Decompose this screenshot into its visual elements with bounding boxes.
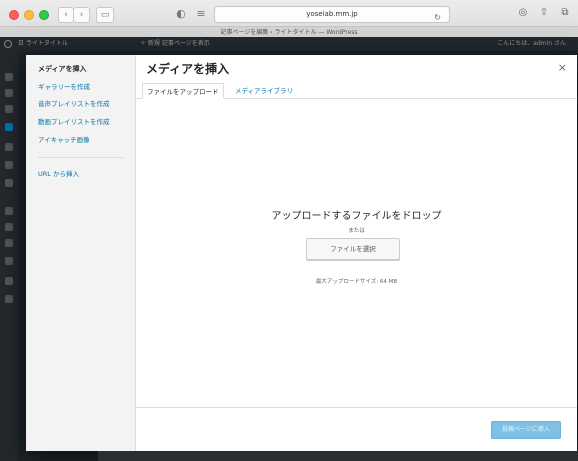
dashboard-icon[interactable] [5,73,13,81]
drop-zone-title: アップロードするファイルをドロップ [271,211,442,222]
menu-heading-insert-media[interactable]: メディアを挿入 [38,64,87,74]
privacy-icon[interactable]: ◐ [174,7,188,23]
forward-icon[interactable]: › [74,7,90,23]
admin-bar-site[interactable]: 日 ライトタイトル [18,37,68,51]
address-text: yoseiab.mm.jp [306,10,358,18]
download-icon[interactable]: ◎ [516,7,530,18]
plugins-icon[interactable] [5,207,13,215]
menu-create-gallery[interactable]: ギャラリーを作成 [38,81,90,91]
comments-icon[interactable] [5,143,13,151]
collapse-icon[interactable] [5,277,13,285]
sidebar-icon[interactable]: ▭ [96,7,114,23]
feedback-icon[interactable] [5,161,13,169]
page-bottom-strip [98,451,578,461]
share-icon[interactable]: ⇧ [537,7,551,18]
close-icon[interactable]: × [558,61,567,74]
media-router-tabs: ファイルをアップロード メディアライブラリ [136,79,577,99]
close-window-button[interactable] [9,10,19,20]
reader-icon[interactable]: ≡ [194,7,208,23]
extra-icon[interactable] [5,295,13,303]
tabs-icon[interactable]: ⧉ [558,7,572,18]
back-icon[interactable]: ‹ [58,7,74,23]
menu-separator [38,157,124,158]
menu-featured-image[interactable]: アイキャッチ画像 [38,134,90,144]
tab-upload-files[interactable]: ファイルをアップロード [142,83,224,99]
users-icon[interactable] [5,223,13,231]
modal-title: メディアを挿入 [146,62,230,76]
menu-create-audio-playlist[interactable]: 音声プレイリストを作成 [38,98,110,108]
insert-into-page-button[interactable]: 投稿ページに挿入 [491,421,561,439]
wp-admin-bar: 日 ライトタイトル ＋ 新規 記事ページを表示 こんにちは、admin さん [0,37,578,51]
settings-icon[interactable] [5,257,13,265]
menu-create-video-playlist[interactable]: 動画プレイリストを作成 [38,116,110,126]
tools-icon[interactable] [5,239,13,247]
modal-toolbar: 投稿ページに挿入 [136,407,577,451]
pages-icon[interactable] [5,123,13,131]
appearance-icon[interactable] [5,179,13,187]
browser-window: ‹ › ▭ ◐ ≡ yoseiab.mm.jp ↻ ◎ ⇧ ⧉ 記事ページを編集… [0,0,578,461]
wordpress-logo-icon[interactable] [4,40,12,48]
tab-media-library[interactable]: メディアライブラリ [231,83,297,99]
select-files-button[interactable]: ファイルを選択 [306,238,400,260]
max-upload-size: 最大アップロードサイズ: 64 MB [315,279,398,285]
address-bar[interactable]: yoseiab.mm.jp ↻ [214,6,450,23]
admin-bar-new[interactable]: ＋ 新規 記事ページを表示 [140,37,210,51]
posts-icon[interactable] [5,89,13,97]
drop-zone-or: または [348,228,365,234]
browser-toolbar: ‹ › ▭ ◐ ≡ yoseiab.mm.jp ↻ ◎ ⇧ ⧉ 記事ページを編集… [0,0,578,37]
admin-bar-user[interactable]: こんにちは、admin さん [497,37,566,51]
reload-icon[interactable]: ↻ [434,10,441,25]
minimize-window-button[interactable] [24,10,34,20]
maximize-window-button[interactable] [39,10,49,20]
media-icon[interactable] [5,105,13,113]
media-modal: メディアを挿入 ギャラリーを作成 音声プレイリストを作成 動画プレイリストを作成… [26,55,577,451]
wp-admin-menu [0,51,18,461]
tab-title[interactable]: 記事ページを編集 ‹ ライトタイトル — WordPress [0,26,578,37]
menu-insert-from-url[interactable]: URL から挿入 [38,168,79,178]
media-modal-menu: メディアを挿入 ギャラリーを作成 音声プレイリストを作成 動画プレイリストを作成… [26,55,136,451]
